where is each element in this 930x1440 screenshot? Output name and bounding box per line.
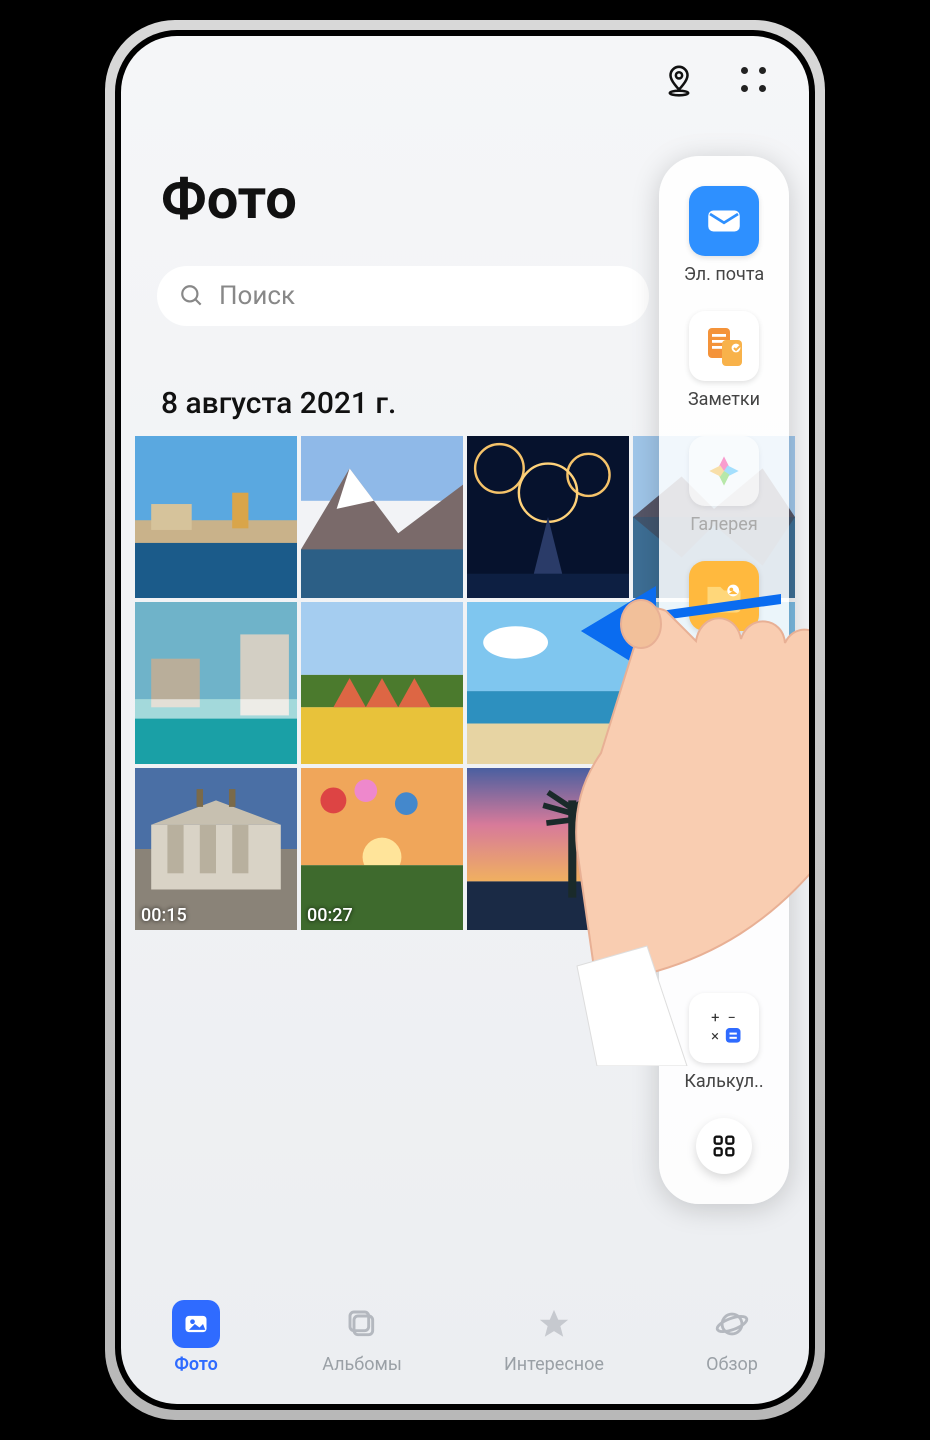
gallery-icon [689, 436, 759, 506]
star-icon [530, 1300, 578, 1348]
top-bar [121, 36, 809, 126]
more-menu-icon[interactable] [735, 61, 775, 101]
nav-label: Обзор [706, 1354, 758, 1375]
nav-label: Альбомы [322, 1354, 402, 1375]
photo-thumb[interactable] [135, 436, 297, 598]
page-title: Фото [161, 166, 297, 232]
photo-thumb[interactable]: 00:27 [301, 768, 463, 930]
search-placeholder: Поиск [219, 281, 295, 311]
dock-item-gallery[interactable]: Галерея [689, 436, 759, 535]
video-duration: 00:15 [141, 905, 187, 926]
dock-item-notes[interactable]: Заметки [688, 311, 760, 410]
nav-discover[interactable]: Обзор [706, 1300, 758, 1375]
section-date: 8 августа 2021 г. [161, 386, 396, 421]
phone-frame: Фото Поиск 8 августа 2021 г. [105, 20, 825, 1420]
dock-item-calculator[interactable]: +−× Калькул.. [684, 993, 763, 1092]
nav-label: Фото [174, 1354, 217, 1375]
dock-item-mail[interactable]: Эл. почта [684, 186, 764, 285]
search-input[interactable]: Поиск [157, 266, 649, 326]
svg-text:×: × [711, 1027, 719, 1045]
dock-more-apps[interactable] [696, 1118, 752, 1174]
dock-item-files[interactable] [689, 561, 759, 631]
nav-albums[interactable]: Альбомы [322, 1300, 402, 1375]
notes-icon [689, 311, 759, 381]
files-icon [689, 561, 759, 631]
photo-thumb[interactable] [135, 602, 297, 764]
nav-photos[interactable]: Фото [172, 1300, 220, 1375]
screen: Фото Поиск 8 августа 2021 г. [121, 36, 809, 1404]
planet-icon [708, 1300, 756, 1348]
phone-bezel: Фото Поиск 8 августа 2021 г. [115, 30, 815, 1410]
photos-icon [172, 1300, 220, 1348]
dock-label: Галерея [690, 514, 757, 535]
svg-text:+: + [711, 1009, 719, 1027]
dock-label: Калькул.. [684, 1071, 763, 1092]
search-icon [179, 283, 205, 309]
albums-icon [338, 1300, 386, 1348]
video-duration: 00:27 [307, 905, 353, 926]
mail-icon [689, 186, 759, 256]
location-icon[interactable] [659, 61, 699, 101]
photo-thumb[interactable] [301, 602, 463, 764]
photo-thumb[interactable] [467, 436, 629, 598]
grid-icon [710, 1132, 738, 1160]
dock-label: Заметки [688, 389, 760, 410]
nav-label: Интересное [504, 1354, 604, 1375]
photo-thumb[interactable] [301, 436, 463, 598]
photo-thumb[interactable] [467, 768, 629, 930]
side-dock: Эл. почта Заметки Галерея [659, 156, 789, 1204]
bottom-nav: Фото Альбомы Интересное [121, 1284, 809, 1404]
dock-label: Эл. почта [684, 264, 764, 285]
photo-thumb[interactable]: 00:15 [135, 768, 297, 930]
calculator-icon: +−× [689, 993, 759, 1063]
nav-highlights[interactable]: Интересное [504, 1300, 604, 1375]
svg-text:−: − [728, 1009, 736, 1027]
photo-thumb[interactable] [467, 602, 629, 764]
